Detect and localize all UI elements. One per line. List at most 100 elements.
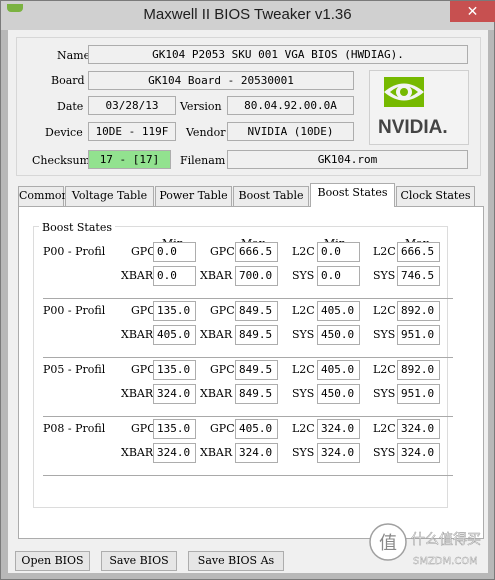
sys-label: SYS (292, 269, 315, 282)
xbar-min-input[interactable]: 324.0 (153, 443, 196, 463)
gpc-label: GPC (131, 245, 156, 258)
l2c-label: L2C (292, 422, 315, 435)
l2c-max-input[interactable]: 666.5 (397, 242, 440, 262)
nvidia-wordmark: NVIDIA. (378, 117, 448, 138)
watermark: 值 什么值得买 SMZDM.COM (363, 516, 489, 574)
window-title: Maxwell II BIOS Tweaker v1.36 (143, 6, 352, 23)
watermark-line1: 什么值得买 (411, 531, 481, 548)
vendor-label: Vendor (186, 126, 226, 139)
gpc-max-input[interactable]: 849.5 (235, 360, 278, 380)
date-field: 03/28/13 (88, 96, 176, 115)
sys-label: SYS (292, 446, 315, 459)
l2c-min-input[interactable]: 0.0 (317, 242, 360, 262)
sys-label: SYS (292, 328, 315, 341)
board-field: GK104 Board - 20530001 (88, 71, 354, 90)
gpc-max-input[interactable]: 405.0 (235, 419, 278, 439)
sys-label: SYS (373, 328, 396, 341)
sys-label: SYS (292, 387, 315, 400)
l2c-label: L2C (373, 245, 396, 258)
l2c-min-input[interactable]: 405.0 (317, 360, 360, 380)
close-button[interactable]: ✕ (450, 1, 495, 22)
gpc-min-input[interactable]: 135.0 (153, 360, 196, 380)
title-bar[interactable]: Maxwell II BIOS Tweaker v1.36 ✕ (1, 1, 495, 30)
gpc-min-input[interactable]: 135.0 (153, 301, 196, 321)
xbar-max-input[interactable]: 324.0 (235, 443, 278, 463)
gpc-min-input[interactable]: 0.0 (153, 242, 196, 262)
xbar-label: XBAR (200, 328, 233, 341)
sys-min-input[interactable]: 450.0 (317, 325, 360, 345)
gpc-label: GPC (210, 363, 235, 376)
l2c-label: L2C (292, 245, 315, 258)
sys-label: SYS (373, 387, 396, 400)
sys-label: SYS (373, 269, 396, 282)
profile-label: P08 - Profil (43, 422, 106, 435)
row-separator (43, 298, 453, 299)
app-window: Maxwell II BIOS Tweaker v1.36 ✕ Name GK1… (0, 0, 495, 580)
xbar-label: XBAR (200, 446, 233, 459)
vendor-field: NVIDIA (10DE) (227, 122, 354, 141)
gpc-label: GPC (131, 363, 156, 376)
l2c-label: L2C (292, 363, 315, 376)
sys-max-input[interactable]: 746.5 (397, 266, 440, 286)
l2c-label: L2C (373, 422, 396, 435)
profile-label: P00 - Profil (43, 245, 106, 258)
client-area: Name GK104 P2053 SKU 001 VGA BIOS (HWDIA… (8, 30, 488, 573)
nvidia-logo: NVIDIA. (369, 70, 469, 145)
tab-boost-table[interactable]: Boost Table (233, 186, 309, 206)
filename-label: Filenam (180, 154, 226, 167)
sys-min-input[interactable]: 324.0 (317, 443, 360, 463)
l2c-max-input[interactable]: 324.0 (397, 419, 440, 439)
gpc-label: GPC (210, 422, 235, 435)
xbar-max-input[interactable]: 700.0 (235, 266, 278, 286)
row-separator (43, 357, 453, 358)
l2c-min-input[interactable]: 405.0 (317, 301, 360, 321)
xbar-min-input[interactable]: 0.0 (153, 266, 196, 286)
sys-min-input[interactable]: 0.0 (317, 266, 360, 286)
gpc-min-input[interactable]: 135.0 (153, 419, 196, 439)
checksum-field: 17 - [17] (88, 150, 171, 169)
xbar-label: XBAR (121, 269, 154, 282)
gpc-label: GPC (131, 422, 156, 435)
l2c-label: L2C (292, 304, 315, 317)
sys-max-input[interactable]: 324.0 (397, 443, 440, 463)
xbar-label: XBAR (121, 328, 154, 341)
tab-boost-states[interactable]: Boost States (310, 183, 395, 207)
name-field: GK104 P2053 SKU 001 VGA BIOS (HWDIAG). (88, 45, 468, 64)
device-field: 10DE - 119F (88, 122, 176, 141)
profile-label: P05 - Profil (43, 363, 106, 376)
l2c-max-input[interactable]: 892.0 (397, 301, 440, 321)
sys-max-input[interactable]: 951.0 (397, 384, 440, 404)
watermark-logo-icon: 值 (379, 533, 397, 554)
save-bios-as-button[interactable]: Save BIOS As (188, 551, 284, 571)
xbar-label: XBAR (200, 269, 233, 282)
xbar-label: XBAR (121, 446, 154, 459)
l2c-label: L2C (373, 304, 396, 317)
name-label: Name (57, 49, 91, 62)
date-label: Date (57, 100, 84, 113)
xbar-label: XBAR (121, 387, 154, 400)
tab-common[interactable]: Common (18, 186, 69, 206)
gpc-label: GPC (210, 304, 235, 317)
row-separator (43, 416, 453, 417)
gpc-max-input[interactable]: 666.5 (235, 242, 278, 262)
l2c-min-input[interactable]: 324.0 (317, 419, 360, 439)
checksum-label: Checksum (32, 154, 90, 167)
tab-power-table[interactable]: Power Table (155, 186, 232, 206)
xbar-min-input[interactable]: 324.0 (153, 384, 196, 404)
xbar-max-input[interactable]: 849.5 (235, 384, 278, 404)
sys-min-input[interactable]: 450.0 (317, 384, 360, 404)
filename-field: GK104.rom (227, 150, 468, 169)
tab-voltage-table[interactable]: Voltage Table (65, 186, 154, 206)
xbar-min-input[interactable]: 405.0 (153, 325, 196, 345)
watermark-line2: SMZDM.COM (413, 556, 478, 567)
tab-clock-states[interactable]: Clock States (396, 186, 475, 206)
l2c-max-input[interactable]: 892.0 (397, 360, 440, 380)
open-bios-button[interactable]: Open BIOS (15, 551, 90, 571)
xbar-max-input[interactable]: 849.5 (235, 325, 278, 345)
gpc-max-input[interactable]: 849.5 (235, 301, 278, 321)
sys-max-input[interactable]: 951.0 (397, 325, 440, 345)
save-bios-button[interactable]: Save BIOS (101, 551, 177, 571)
nvidia-eye-icon: NVIDIA. (378, 77, 448, 138)
boost-states-panel: Boost States Min Max Min Max P00 - Profi… (18, 206, 484, 539)
gpc-label: GPC (210, 245, 235, 258)
